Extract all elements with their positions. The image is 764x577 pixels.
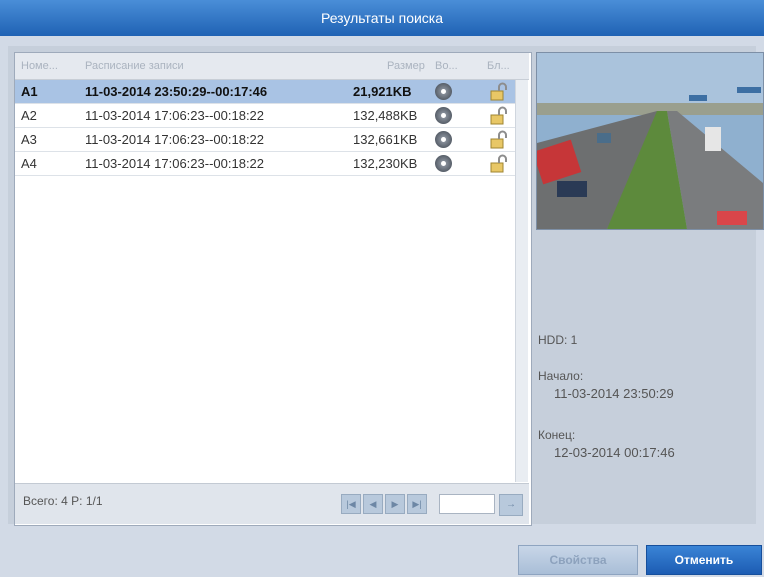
window-title: Результаты поиска <box>0 0 764 36</box>
row-size: 132,488KB <box>353 108 418 123</box>
video-preview <box>536 52 764 230</box>
lock-icon[interactable] <box>489 130 509 150</box>
go-page-button[interactable]: → <box>499 494 523 516</box>
lock-icon[interactable] <box>489 106 509 126</box>
row-size: 132,661KB <box>353 132 418 147</box>
lock-icon[interactable] <box>489 154 509 174</box>
page-number-input[interactable] <box>439 494 495 514</box>
row-schedule: 11-03-2014 23:50:29--00:17:46 <box>85 84 268 99</box>
properties-button[interactable]: Свойства <box>518 545 638 575</box>
list-header: Номе... Расписание записи Размер Во... Б… <box>15 53 529 80</box>
column-header-play[interactable]: Во... <box>435 60 458 72</box>
table-row[interactable]: A1 11-03-2014 23:50:29--00:17:46 21,921K… <box>15 80 515 104</box>
row-number: A4 <box>21 156 37 171</box>
first-page-button[interactable]: |◀ <box>341 494 361 514</box>
row-number: A2 <box>21 108 37 123</box>
row-number: A1 <box>21 84 38 99</box>
start-value: 11-03-2014 23:50:29 <box>554 386 674 401</box>
play-icon[interactable] <box>435 131 452 148</box>
last-page-button[interactable]: ▶| <box>407 494 427 514</box>
row-schedule: 11-03-2014 17:06:23--00:18:22 <box>85 156 265 171</box>
search-results-list: Номе... Расписание записи Размер Во... Б… <box>14 52 532 526</box>
list-footer: Всего: 4 P: 1/1 |◀ ◀ ▶ ▶| → <box>15 483 529 524</box>
column-header-schedule[interactable]: Расписание записи <box>85 60 184 72</box>
start-label: Начало: <box>538 369 584 383</box>
column-header-size[interactable]: Размер <box>387 60 425 72</box>
table-row[interactable]: A3 11-03-2014 17:06:23--00:18:22 132,661… <box>15 128 515 152</box>
prev-page-button[interactable]: ◀ <box>363 494 383 514</box>
table-row[interactable]: A4 11-03-2014 17:06:23--00:18:22 132,230… <box>15 152 515 176</box>
end-value: 12-03-2014 00:17:46 <box>554 445 675 460</box>
lock-icon[interactable] <box>489 82 509 102</box>
total-count: Всего: 4 P: 1/1 <box>23 494 103 508</box>
row-size: 21,921KB <box>353 84 412 99</box>
row-schedule: 11-03-2014 17:06:23--00:18:22 <box>85 132 265 147</box>
list-scrollbar[interactable] <box>515 80 528 482</box>
column-header-lock[interactable]: Бл... <box>487 60 510 72</box>
row-schedule: 11-03-2014 17:06:23--00:18:22 <box>85 108 265 123</box>
table-row[interactable]: A2 11-03-2014 17:06:23--00:18:22 132,488… <box>15 104 515 128</box>
play-icon[interactable] <box>435 83 452 100</box>
play-icon[interactable] <box>435 107 452 124</box>
highway-thumbnail <box>537 53 763 229</box>
column-header-number[interactable]: Номе... <box>21 60 58 72</box>
hdd-label: HDD: 1 <box>538 333 578 347</box>
play-icon[interactable] <box>435 155 452 172</box>
row-size: 132,230KB <box>353 156 418 171</box>
end-label: Конец: <box>538 428 576 442</box>
cancel-button[interactable]: Отменить <box>646 545 762 575</box>
next-page-button[interactable]: ▶ <box>385 494 405 514</box>
row-number: A3 <box>21 132 37 147</box>
